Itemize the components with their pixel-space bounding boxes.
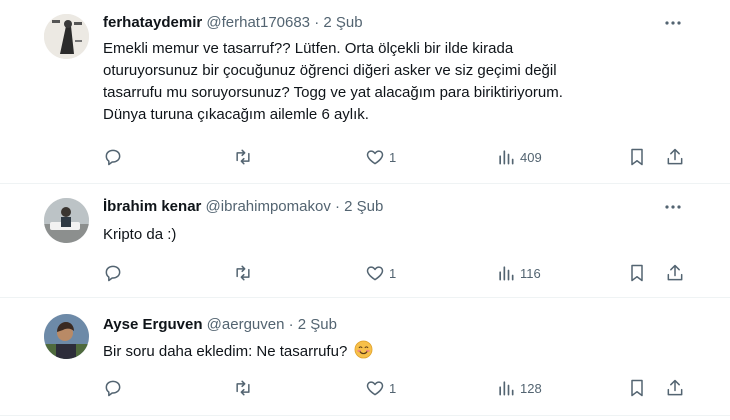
like-button[interactable]: 1 (365, 376, 396, 400)
avatar[interactable] (44, 198, 89, 243)
tweet-text-line: Dünya turuna çıkacağım ailemle 6 aylık. (103, 106, 369, 123)
user-handle[interactable]: @ferhat170683 (206, 14, 310, 31)
views-button[interactable]: 128 (496, 376, 542, 400)
view-count: 409 (520, 149, 542, 165)
share-button[interactable] (665, 145, 685, 169)
retweet-button[interactable] (233, 376, 253, 400)
tweet-text-line: oturuyorsunuz bir çocuğunuz öğrenci diğe… (103, 62, 557, 79)
share-icon (667, 148, 683, 165)
avatar[interactable] (44, 14, 89, 59)
display-name[interactable]: Ayse Erguven (103, 316, 203, 333)
bookmark-button[interactable] (627, 145, 647, 169)
like-count: 1 (389, 380, 397, 396)
tweet-divider (0, 415, 730, 416)
share-icon (667, 264, 683, 281)
action-bar: 1 409 (103, 145, 693, 169)
retweet-button[interactable] (233, 261, 253, 285)
bookmark-icon (631, 379, 643, 397)
share-button[interactable] (665, 376, 685, 400)
reply-icon (105, 380, 121, 397)
user-handle[interactable]: @ibrahimpomakov (206, 198, 331, 215)
separator-dot: · (314, 14, 320, 31)
tweet-text-line: Bir soru daha ekledim: Ne tasarrufu? (103, 343, 348, 360)
tweet-text-line: tasarrufu mu soruyorsunuz? Togg ve yat a… (103, 84, 563, 101)
tweet-header: ferhataydemir @ferhat170683 · 2 Şub (103, 14, 363, 31)
timestamp[interactable]: 2 Şub (344, 198, 383, 215)
share-button[interactable] (665, 261, 685, 285)
views-icon (499, 150, 514, 165)
action-bar: 1 116 (103, 261, 693, 285)
tweet-text: Bir soru daha ekledim: Ne tasarrufu? (103, 340, 373, 366)
display-name[interactable]: ferhataydemir (103, 14, 202, 31)
like-button[interactable]: 1 (365, 261, 396, 285)
heart-icon (366, 381, 384, 396)
reply-icon (105, 149, 121, 166)
timestamp[interactable]: 2 Şub (323, 14, 362, 31)
tweet-header: İbrahim kenar @ibrahimpomakov · 2 Şub (103, 198, 383, 215)
user-handle[interactable]: @aerguven (207, 316, 285, 333)
tweet-header: Ayse Erguven @aerguven · 2 Şub (103, 316, 337, 333)
display-name[interactable]: İbrahim kenar (103, 198, 201, 215)
view-count: 116 (520, 265, 541, 281)
like-button[interactable]: 1 (365, 145, 396, 169)
timestamp[interactable]: 2 Şub (298, 316, 337, 333)
share-icon (667, 379, 683, 396)
more-icon[interactable] (664, 198, 682, 216)
retweet-icon (236, 380, 250, 396)
reply-feed: ferhataydemir @ferhat170683 · 2 Şub Emek… (0, 0, 730, 420)
bookmark-button[interactable] (627, 376, 647, 400)
tweet-text-line: Kripto da :) (103, 226, 177, 243)
separator-dot: · (335, 198, 340, 215)
more-icon[interactable] (664, 14, 682, 32)
retweet-button[interactable] (233, 145, 253, 169)
reply-tweet[interactable]: Ayse Erguven @aerguven · 2 Şub Bir soru … (0, 298, 730, 420)
tweet-text: Kripto da :) (103, 224, 176, 246)
heart-icon (366, 266, 384, 281)
tweet-text: Emekli memur ve tasarruf?? Lütfen. Orta … (103, 38, 563, 126)
avatar[interactable] (44, 314, 89, 359)
views-icon (499, 266, 514, 281)
views-button[interactable]: 409 (496, 145, 542, 169)
heart-icon (366, 150, 384, 165)
reply-tweet[interactable]: ferhataydemir @ferhat170683 · 2 Şub Emek… (0, 0, 730, 182)
reply-icon (105, 265, 121, 282)
views-icon (499, 381, 514, 396)
reply-button[interactable] (103, 261, 123, 285)
reply-tweet[interactable]: İbrahim kenar @ibrahimpomakov · 2 Şub Kr… (0, 184, 730, 296)
bookmark-icon (631, 148, 643, 166)
tweet-text-line: Emekli memur ve tasarruf?? Lütfen. Orta … (103, 40, 514, 57)
retweet-icon (236, 149, 250, 165)
reply-button[interactable] (103, 376, 123, 400)
view-count: 128 (520, 380, 542, 396)
smiling-face-emoji (354, 340, 373, 366)
reply-button[interactable] (103, 145, 123, 169)
retweet-icon (236, 265, 250, 281)
action-bar: 1 128 (103, 376, 693, 400)
separator-dot: · (288, 316, 294, 333)
bookmark-icon (631, 264, 643, 282)
like-count: 1 (389, 149, 397, 165)
views-button[interactable]: 116 (496, 261, 541, 285)
like-count: 1 (389, 265, 397, 281)
bookmark-button[interactable] (627, 261, 647, 285)
